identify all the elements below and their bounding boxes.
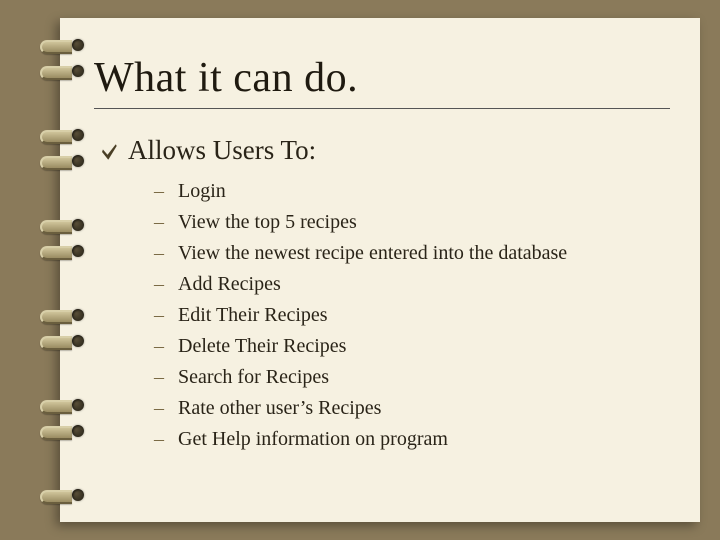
ring-icon [44, 306, 78, 324]
list-item-label: Rate other user’s Recipes [178, 393, 381, 424]
list-item: – Login [154, 176, 670, 207]
ring-icon [44, 486, 78, 504]
dash-icon: – [154, 300, 164, 331]
dash-icon: – [154, 176, 164, 207]
list-item: – View the newest recipe entered into th… [154, 238, 670, 269]
list-item-label: View the newest recipe entered into the … [178, 238, 567, 269]
ring-icon [44, 62, 78, 80]
list-item-label: Get Help information on program [178, 424, 448, 455]
slide-title: What it can do. [94, 54, 670, 102]
list-item-label: Add Recipes [178, 269, 281, 300]
dash-icon: – [154, 424, 164, 455]
ring-icon [44, 332, 78, 350]
dash-icon: – [154, 238, 164, 269]
ring-icon [44, 242, 78, 260]
main-bullet: Allows Users To: [100, 135, 670, 166]
dash-icon: – [154, 331, 164, 362]
dash-icon: – [154, 393, 164, 424]
title-divider [94, 108, 670, 109]
ring-icon [44, 216, 78, 234]
list-item-label: View the top 5 recipes [178, 207, 357, 238]
list-item-label: Search for Recipes [178, 362, 329, 393]
ring-icon [44, 422, 78, 440]
list-item: – Delete Their Recipes [154, 331, 670, 362]
main-bullet-text: Allows Users To: [128, 135, 316, 166]
slide-card: What it can do. Allows Users To: – Login… [60, 18, 700, 522]
dash-icon: – [154, 207, 164, 238]
slide-content: What it can do. Allows Users To: – Login… [60, 18, 700, 475]
list-item: – Search for Recipes [154, 362, 670, 393]
list-item-label: Delete Their Recipes [178, 331, 346, 362]
ring-icon [44, 152, 78, 170]
ring-icon [44, 36, 78, 54]
list-item-label: Login [178, 176, 226, 207]
ring-icon [44, 396, 78, 414]
sub-bullet-list: – Login – View the top 5 recipes – View … [154, 176, 670, 455]
checkmark-icon [100, 141, 118, 163]
ring-icon [44, 126, 78, 144]
dash-icon: – [154, 362, 164, 393]
list-item: – Add Recipes [154, 269, 670, 300]
list-item: – View the top 5 recipes [154, 207, 670, 238]
list-item: – Rate other user’s Recipes [154, 393, 670, 424]
list-item-label: Edit Their Recipes [178, 300, 328, 331]
list-item: – Edit Their Recipes [154, 300, 670, 331]
dash-icon: – [154, 269, 164, 300]
list-item: – Get Help information on program [154, 424, 670, 455]
